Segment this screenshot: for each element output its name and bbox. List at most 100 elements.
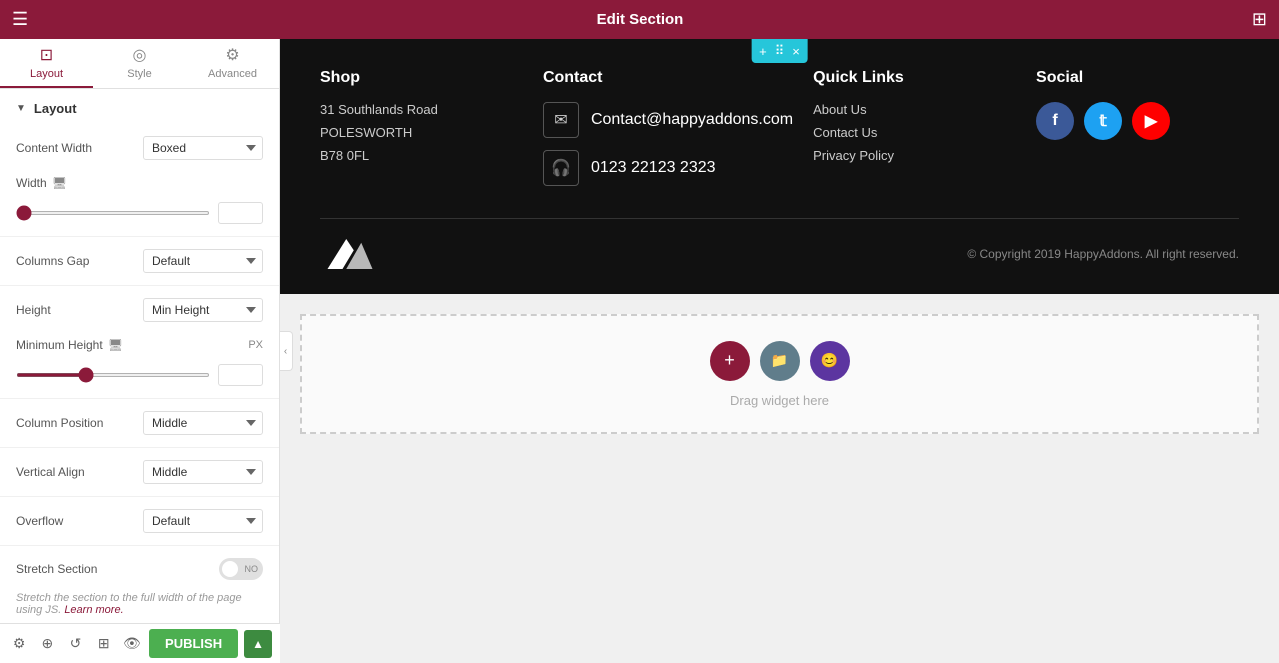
overflow-label: Overflow [16,514,143,528]
overflow-control: Default Hidden [143,509,263,533]
overflow-select[interactable]: Default Hidden [143,509,263,533]
footer-section: Shop 31 Southlands Road POLESWORTH B78 0… [280,39,1279,294]
height-row: Height Default Min Height Fit To Screen [0,290,279,330]
footer-shop-col: Shop 31 Southlands Road POLESWORTH B78 0… [320,69,523,198]
learn-more-link[interactable]: Learn more. [64,604,123,616]
footer-logo [320,234,380,274]
tab-style-label: Style [127,68,151,80]
quicklink-privacy[interactable]: Privacy Policy [813,148,1016,163]
twitter-icon[interactable]: 𝕥 [1084,102,1122,140]
main-layout: ⊡ Layout ◎ Style ⚙ Advanced ▼ Layout Con… [0,39,1279,663]
min-height-slider[interactable] [16,373,210,377]
facebook-icon[interactable]: f [1036,102,1074,140]
contact-email-item: ✉ Contact@happyaddons.com [543,102,793,138]
grid-icon[interactable]: ⊞ [1252,9,1267,30]
empty-section: + 📁 😊 Drag widget here [300,314,1259,434]
empty-section-buttons: + 📁 😊 [710,341,850,381]
vertical-align-select[interactable]: Top Middle Bottom [143,460,263,484]
add-widget-button[interactable]: + [710,341,750,381]
settings-toolbar-icon[interactable]: ⚙ [8,630,30,658]
width-slider-container [16,202,263,224]
columns-gap-label: Columns Gap [16,254,143,268]
copyright-text: © Copyright 2019 HappyAddons. All right … [967,247,1239,261]
youtube-icon[interactable]: ▶ [1132,102,1170,140]
column-position-control: Top Middle Bottom [143,411,263,435]
folder-button[interactable]: 📁 [760,341,800,381]
shop-address3: B78 0FL [320,148,523,163]
style-tab-icon: ◎ [133,45,147,65]
minimum-height-row: Minimum Height 🖥 PX [0,330,279,360]
column-position-row: Column Position Top Middle Bottom [0,403,279,443]
shop-heading: Shop [320,69,523,87]
width-row: Width 🖥 [0,168,279,198]
layout-tab-icon: ⊡ [40,45,53,65]
drag-hint: Drag widget here [730,393,829,408]
advanced-tab-icon: ⚙ [225,45,239,65]
layout-section-title: Layout [34,101,77,116]
tab-style[interactable]: ◎ Style [93,39,186,88]
eye-toolbar-icon[interactable]: 👁 [121,630,143,658]
footer-bottom: © Copyright 2019 HappyAddons. All right … [320,218,1239,274]
navigator-toolbar-icon[interactable]: ⊞ [93,630,115,658]
panel-title: Edit Section [597,11,684,28]
width-label-group: Width 🖥 [16,176,67,190]
content-width-select[interactable]: Boxed Full Width [143,136,263,160]
width-slider[interactable] [16,211,210,215]
section-add-icon[interactable]: + [759,44,767,59]
content-width-row: Content Width Boxed Full Width [0,128,279,168]
tab-layout-label: Layout [30,68,63,80]
height-select[interactable]: Default Min Height Fit To Screen [143,298,263,322]
phone-icon: 🎧 [543,150,579,186]
height-label: Height [16,303,143,317]
column-position-select[interactable]: Top Middle Bottom [143,411,263,435]
layout-section-header[interactable]: ▼ Layout [0,89,279,128]
stretch-note: Stretch the section to the full width of… [0,588,279,624]
section-toolbar: + ⠿ × [751,39,808,63]
email-icon: ✉ [543,102,579,138]
social-heading: Social [1036,69,1239,87]
columns-gap-select[interactable]: Default No Gap Narrow Extended Wide [143,249,263,273]
collapse-panel-handle[interactable]: ‹ [280,331,293,371]
toggle-no-label: NO [245,564,259,574]
publish-button[interactable]: PUBLISH [149,629,238,658]
footer-grid: Shop 31 Southlands Road POLESWORTH B78 0… [320,69,1239,198]
min-height-value-input[interactable] [218,364,263,386]
collapse-arrow-icon: ▼ [16,103,26,114]
history-toolbar-icon[interactable]: ↺ [64,630,86,658]
tab-advanced-label: Advanced [208,68,257,80]
content-width-control: Boxed Full Width [143,136,263,160]
quicklink-contact[interactable]: Contact Us [813,125,1016,140]
contact-heading: Contact [543,69,793,87]
face-button[interactable]: 😊 [810,341,850,381]
toggle-slider: NO [219,558,263,580]
top-header: ☰ Edit Section ⊞ [0,0,1279,39]
tab-advanced[interactable]: ⚙ Advanced [186,39,279,88]
height-control: Default Min Height Fit To Screen [143,298,263,322]
contact-email: Contact@happyaddons.com [591,111,793,129]
vertical-align-label: Vertical Align [16,465,143,479]
logo-svg [320,234,380,274]
width-value-input[interactable] [218,202,263,224]
tab-layout[interactable]: ⊡ Layout [0,39,93,88]
section-move-icon[interactable]: ⠿ [775,43,785,59]
min-height-monitor-icon: 🖥 [108,338,123,352]
section-close-icon[interactable]: × [792,44,800,59]
footer-contact-col: Contact ✉ Contact@happyaddons.com 🎧 0123… [543,69,793,198]
left-panel: ⊡ Layout ◎ Style ⚙ Advanced ▼ Layout Con… [0,39,280,663]
social-icons-group: f 𝕥 ▶ [1036,102,1239,140]
columns-gap-row: Columns Gap Default No Gap Narrow Extend… [0,241,279,281]
panel-content: ▼ Layout Content Width Boxed Full Width … [0,89,279,663]
layers-toolbar-icon[interactable]: ⊕ [36,630,58,658]
columns-gap-control: Default No Gap Narrow Extended Wide [143,249,263,273]
hamburger-icon[interactable]: ☰ [12,9,28,30]
quicklink-about[interactable]: About Us [813,102,1016,117]
width-label: Width [16,176,47,190]
vertical-align-row: Vertical Align Top Middle Bottom [0,452,279,492]
vertical-align-control: Top Middle Bottom [143,460,263,484]
stretch-toggle[interactable]: NO [219,558,263,580]
bottom-toolbar: ⚙ ⊕ ↺ ⊞ 👁 PUBLISH ▲ [0,623,280,663]
stretch-section-control: NO [219,558,263,580]
shop-address2: POLESWORTH [320,125,523,140]
publish-dropdown-button[interactable]: ▲ [244,630,272,658]
column-position-label: Column Position [16,416,143,430]
